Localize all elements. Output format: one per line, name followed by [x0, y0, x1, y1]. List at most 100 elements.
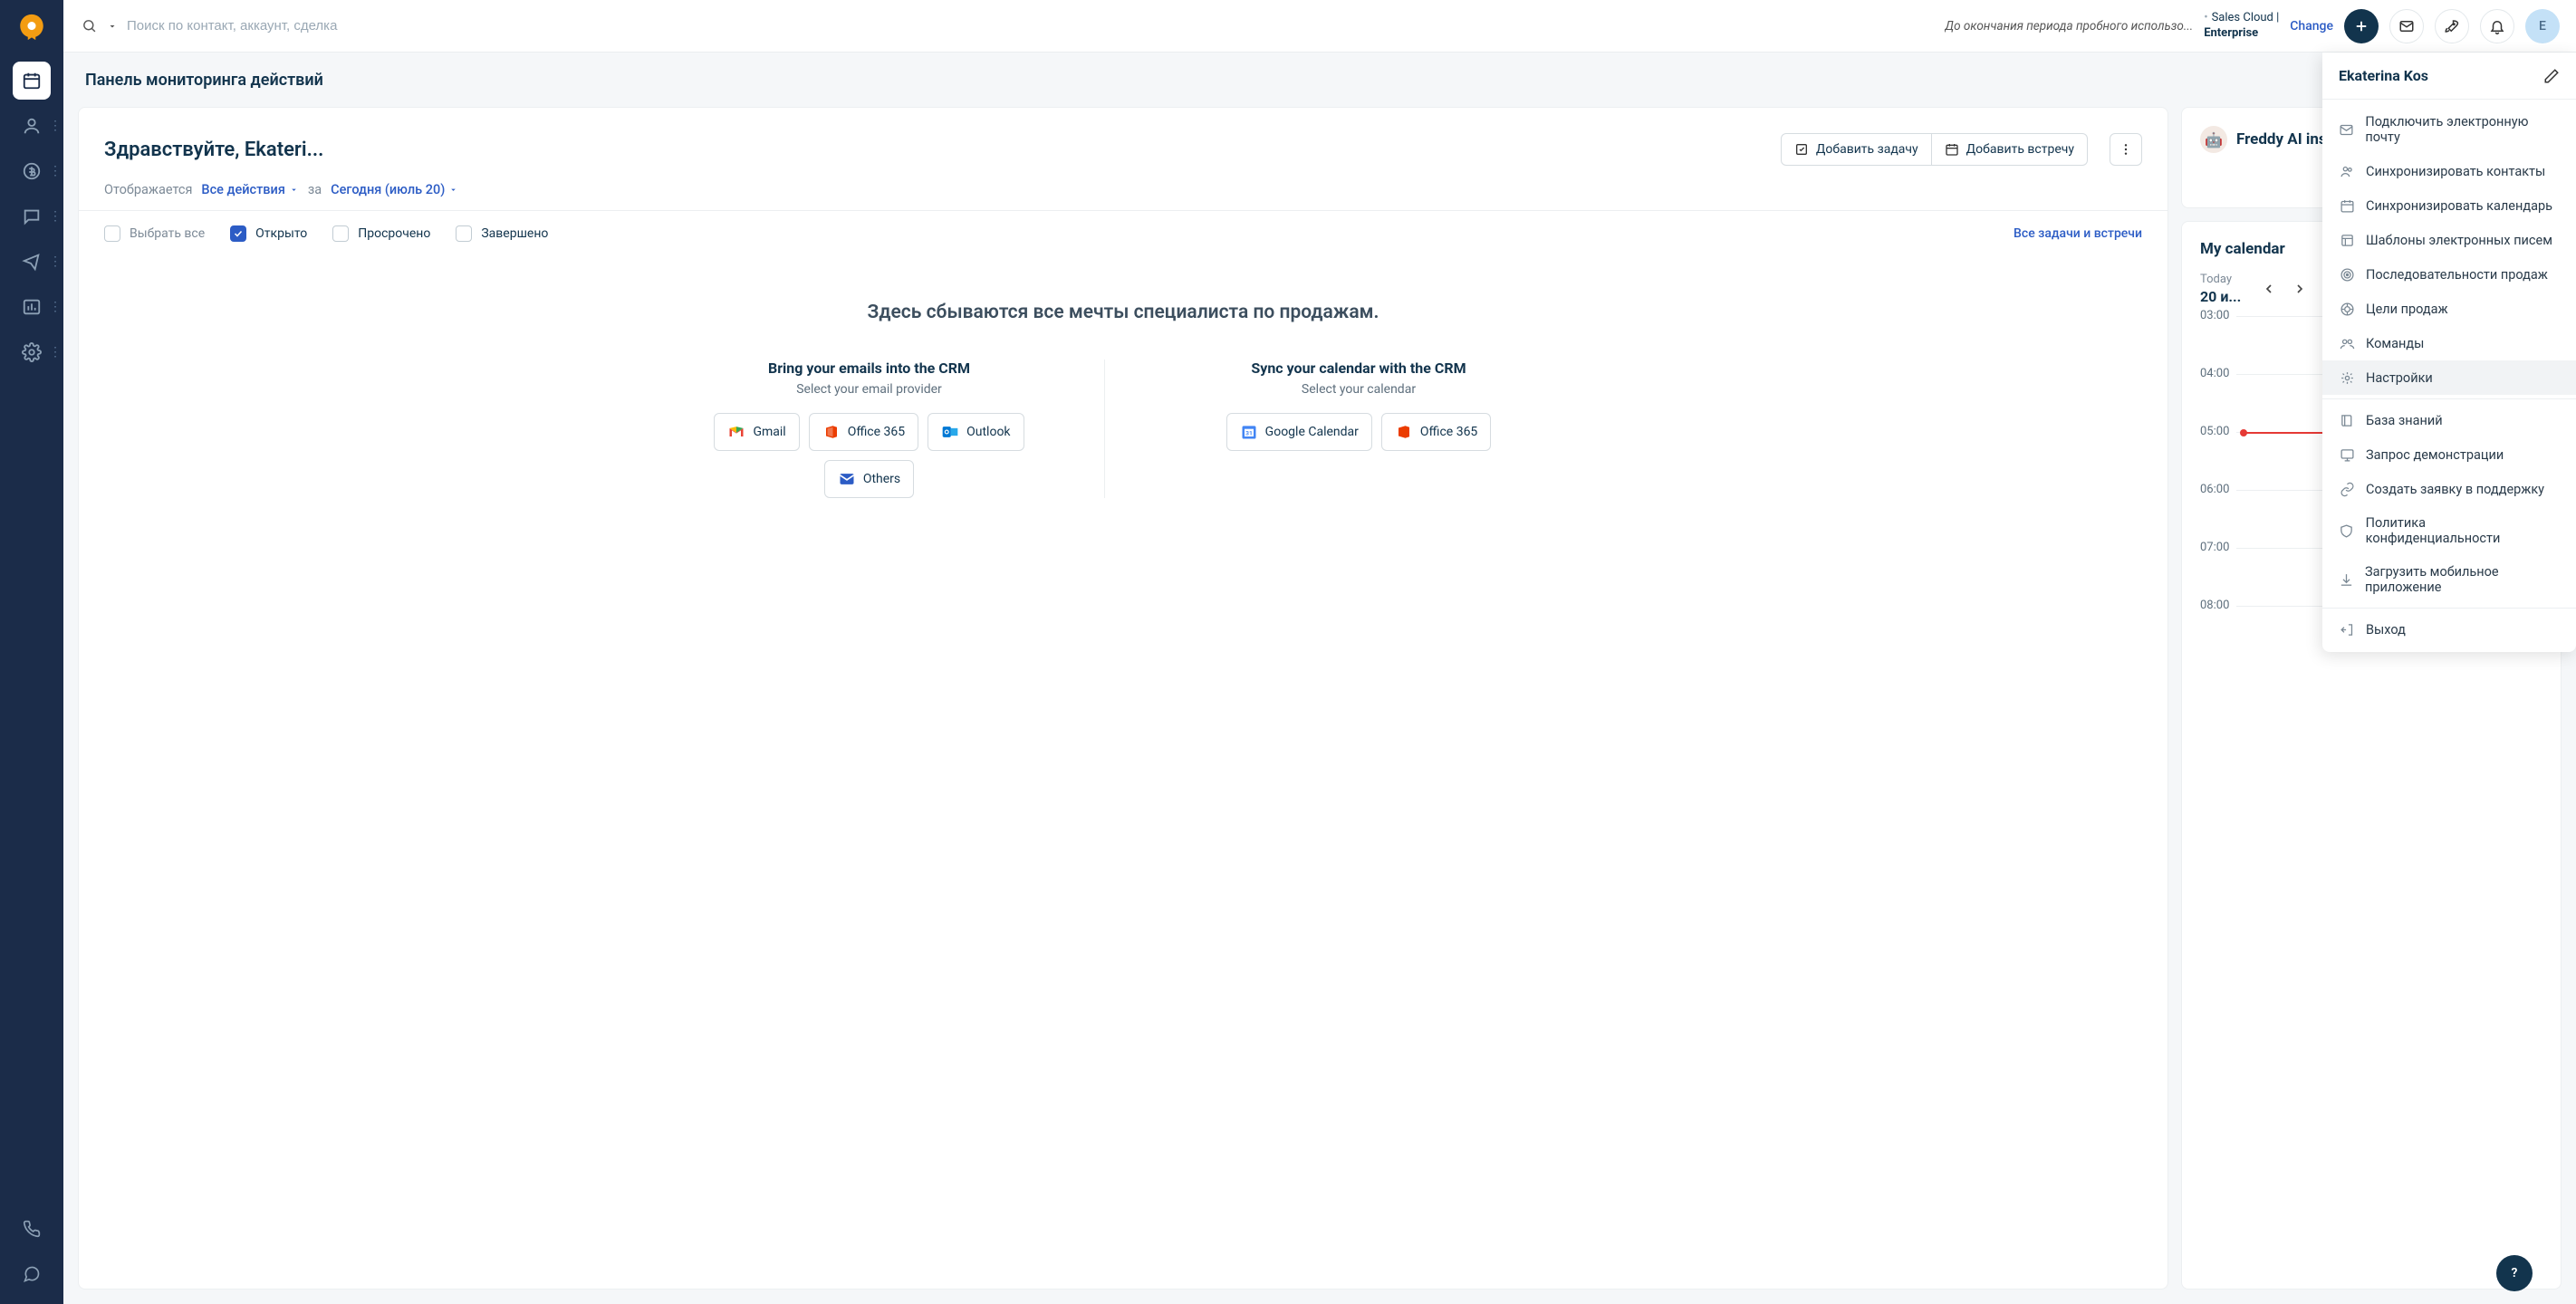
trial-status-text: До окончания периода пробного использо..… — [1945, 19, 2193, 34]
menu-item-logout[interactable]: Выход — [2322, 612, 2576, 647]
filter-showing-label: Отображается — [104, 182, 192, 197]
sidebar-item-activities[interactable] — [13, 62, 51, 100]
download-icon — [2339, 571, 2354, 588]
filter-done-checkbox[interactable]: Завершено — [456, 225, 548, 242]
calendar-icon — [2339, 197, 2355, 214]
menu-item-team[interactable]: Команды — [2322, 326, 2576, 360]
menu-item-link[interactable]: Создать заявку в поддержку — [2322, 472, 2576, 506]
freddy-icon: 🤖 — [2200, 126, 2227, 153]
gmail-icon — [727, 423, 745, 441]
more-icon[interactable]: ⋮ — [49, 345, 62, 360]
filter-for-label: за — [308, 182, 322, 197]
provider-gmail-button[interactable]: Gmail — [714, 413, 799, 451]
calendar-next-button[interactable] — [2288, 277, 2312, 301]
contacts-icon — [2339, 163, 2355, 179]
select-all-checkbox[interactable]: Выбрать все — [104, 225, 205, 242]
sidebar-item-phone[interactable] — [13, 1210, 51, 1248]
provider-google-calendar-button[interactable]: 31 Google Calendar — [1226, 413, 1372, 451]
more-icon[interactable]: ⋮ — [49, 164, 62, 178]
change-plan-link[interactable]: Change — [2290, 19, 2333, 34]
menu-item-contacts[interactable]: Синхронизировать контакты — [2322, 154, 2576, 188]
edit-profile-button[interactable] — [2543, 68, 2560, 84]
topbar: До окончания периода пробного использо..… — [63, 0, 2576, 53]
email-button[interactable] — [2389, 9, 2424, 43]
mail-icon — [2339, 121, 2354, 138]
search-input[interactable] — [127, 18, 453, 34]
calendar-prev-button[interactable] — [2257, 277, 2281, 301]
provider-outlook-button[interactable]: Outlook — [928, 413, 1024, 451]
plan-info: •Sales Cloud | Enterprise — [2204, 11, 2279, 42]
logout-icon — [2339, 621, 2355, 638]
email-connect-heading: Bring your emails into the CRM — [670, 360, 1068, 377]
add-task-button[interactable]: Добавить задачу — [1781, 133, 1932, 166]
cal-connect-sub: Select your calendar — [1141, 382, 1576, 397]
email-connect-sub: Select your email provider — [670, 382, 1068, 397]
menu-item-download[interactable]: Загрузить мобильное приложение — [2322, 555, 2576, 604]
template-icon — [2339, 232, 2355, 248]
outlook-icon — [941, 423, 959, 441]
settings-icon — [2339, 369, 2355, 386]
sidebar-item-contacts[interactable]: ⋮ — [13, 107, 51, 145]
menu-item-template[interactable]: Шаблоны электронных писем — [2322, 223, 2576, 257]
user-avatar-button[interactable]: E — [2525, 9, 2560, 43]
all-tasks-link[interactable]: Все задачи и встречи — [2014, 226, 2142, 241]
link-icon — [2339, 481, 2355, 497]
filter-actions-dropdown[interactable]: Все действия — [201, 182, 298, 197]
menu-item-book[interactable]: База знаний — [2322, 403, 2576, 437]
menu-item-mail[interactable]: Подключить электронную почту — [2322, 105, 2576, 154]
screen-icon — [2339, 446, 2355, 463]
add-button[interactable] — [2344, 9, 2379, 43]
menu-item-bullseye[interactable]: Цели продаж — [2322, 292, 2576, 326]
google-calendar-icon: 31 — [1240, 423, 1258, 441]
notifications-button[interactable] — [2480, 9, 2514, 43]
provider-office365-email-button[interactable]: Office 365 — [809, 413, 918, 451]
menu-item-shield[interactable]: Политика конфиденциальности — [2322, 506, 2576, 555]
empty-state-title: Здесь сбываются все мечты специалиста по… — [104, 302, 2142, 323]
team-icon — [2339, 335, 2355, 351]
add-meeting-button[interactable]: Добавить встречу — [1932, 133, 2088, 166]
menu-item-screen[interactable]: Запрос демонстрации — [2322, 437, 2576, 472]
provider-others-button[interactable]: Others — [824, 460, 914, 498]
page-title: Панель мониторинга действий — [63, 53, 2576, 107]
calendar-date: 20 и... — [2200, 288, 2241, 305]
search-scope-dropdown[interactable] — [107, 21, 118, 32]
more-icon[interactable]: ⋮ — [49, 119, 62, 133]
target-icon — [2339, 266, 2355, 283]
sidebar-item-chat[interactable] — [13, 1255, 51, 1293]
mail-icon — [838, 470, 856, 488]
more-icon[interactable]: ⋮ — [49, 254, 62, 269]
filter-overdue-checkbox[interactable]: Просрочено — [332, 225, 430, 242]
more-icon[interactable]: ⋮ — [49, 209, 62, 224]
filter-open-checkbox[interactable]: Открыто — [230, 225, 307, 242]
user-menu-name: Ekaterina Kos — [2339, 67, 2428, 84]
panel-more-button[interactable] — [2110, 133, 2142, 166]
office-icon — [1395, 423, 1413, 441]
sidebar-item-reports[interactable]: ⋮ — [13, 288, 51, 326]
app-logo[interactable] — [14, 9, 50, 45]
search-icon[interactable] — [80, 17, 98, 35]
filter-date-dropdown[interactable]: Сегодня (июль 20) — [331, 182, 458, 197]
sidebar-item-settings[interactable]: ⋮ — [13, 333, 51, 371]
sidebar-item-conversations[interactable]: ⋮ — [13, 197, 51, 235]
book-icon — [2339, 412, 2355, 428]
main-panel: Здравствуйте, Ekateri... Добавить задачу… — [78, 107, 2168, 1290]
more-icon[interactable]: ⋮ — [49, 300, 62, 314]
sidebar-item-deals[interactable]: ⋮ — [13, 152, 51, 190]
greeting-text: Здравствуйте, Ekateri... — [104, 139, 1766, 161]
provider-office365-cal-button[interactable]: Office 365 — [1381, 413, 1491, 451]
left-sidebar: ⋮ ⋮ ⋮ ⋮ ⋮ ⋮ — [0, 0, 63, 1304]
calendar-today-label: Today — [2200, 273, 2241, 286]
cal-connect-heading: Sync your calendar with the CRM — [1141, 360, 1576, 377]
rocket-button[interactable] — [2435, 9, 2469, 43]
user-menu-dropdown: Ekaterina Kos Подключить электронную поч… — [2322, 53, 2576, 652]
sidebar-item-campaigns[interactable]: ⋮ — [13, 243, 51, 281]
bullseye-icon — [2339, 301, 2355, 317]
freddy-title: Freddy AI ins — [2236, 130, 2327, 149]
help-button[interactable]: ? — [2496, 1255, 2533, 1291]
menu-item-target[interactable]: Последовательности продаж — [2322, 257, 2576, 292]
office-icon — [822, 423, 841, 441]
menu-item-calendar[interactable]: Синхронизировать календарь — [2322, 188, 2576, 223]
menu-item-settings[interactable]: Настройки — [2322, 360, 2576, 395]
shield-icon — [2339, 523, 2355, 539]
svg-text:31: 31 — [1245, 429, 1253, 436]
